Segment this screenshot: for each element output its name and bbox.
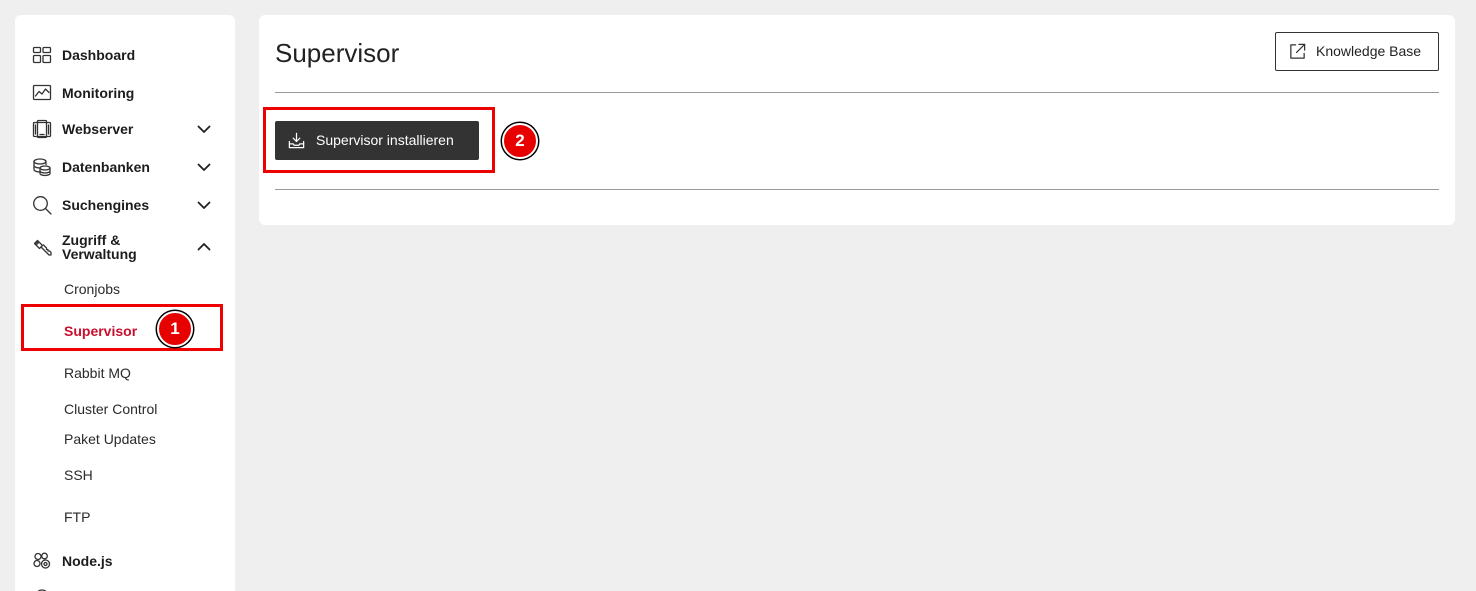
sidebar-subitem-rabbit-mq[interactable]: Rabbit MQ	[64, 359, 131, 387]
knowledge-base-button[interactable]: Knowledge Base	[1275, 32, 1439, 71]
chevron-down-icon[interactable]	[197, 160, 211, 174]
sidebar-subitem-cluster-control[interactable]: Cluster Control	[64, 395, 157, 423]
sidebar: Dashboard Monitoring Webserver Datenbank…	[15, 15, 235, 591]
sidebar-item-label: Dashboard	[62, 47, 136, 63]
chevron-down-icon[interactable]	[197, 198, 211, 212]
sidebar-item-label: Monitoring	[62, 85, 135, 101]
sidebar-item-nodejs[interactable]: Node.js	[15, 547, 235, 575]
divider	[275, 189, 1439, 190]
sidebar-item-label: Datenbanken	[62, 159, 150, 175]
sidebar-subitem-ftp[interactable]: FTP	[64, 503, 90, 531]
chevron-up-icon[interactable]	[197, 240, 211, 254]
nodejs-icon	[32, 551, 52, 571]
webserver-icon	[32, 119, 52, 139]
sidebar-item-suchengines[interactable]: Suchengines	[15, 191, 235, 219]
sidebar-item-label: Suchengines	[62, 197, 150, 213]
external-link-icon	[1288, 42, 1307, 61]
sidebar-subitem-paket-updates[interactable]: Paket Updates	[64, 425, 156, 453]
sidebar-subitem-cronjobs[interactable]: Cronjobs	[64, 275, 120, 303]
sidebar-item-zugriff-verwaltung[interactable]: Zugriff & Verwaltung	[15, 231, 235, 263]
monitoring-icon	[32, 83, 52, 103]
annotation-badge: 1	[157, 311, 193, 347]
search-icon	[32, 195, 52, 215]
sidebar-item-datenbanken[interactable]: Datenbanken	[15, 153, 235, 181]
knowledge-base-label: Knowledge Base	[1316, 43, 1422, 59]
database-icon	[32, 157, 52, 177]
sidebar-item-label: Webserver	[62, 121, 134, 137]
chevron-down-icon[interactable]	[197, 122, 211, 136]
dashboard-icon	[32, 45, 52, 65]
sidebar-item-label: Zugriff & Verwaltung	[62, 232, 137, 262]
sidebar-item-monitoring[interactable]: Monitoring	[15, 79, 235, 107]
key-icon	[32, 237, 52, 257]
divider	[275, 92, 1439, 93]
sidebar-item-dashboard[interactable]: Dashboard	[15, 41, 235, 69]
page-title: Supervisor	[275, 38, 400, 68]
sidebar-item-partial[interactable]	[15, 582, 235, 591]
sidebar-item-webserver[interactable]: Webserver	[15, 115, 235, 143]
annotation-highlight-box	[263, 107, 495, 173]
partial-menu-icon	[32, 586, 52, 591]
annotation-badge: 2	[502, 123, 538, 159]
sidebar-item-label: Node.js	[62, 553, 113, 569]
sidebar-subitem-ssh[interactable]: SSH	[64, 461, 93, 489]
